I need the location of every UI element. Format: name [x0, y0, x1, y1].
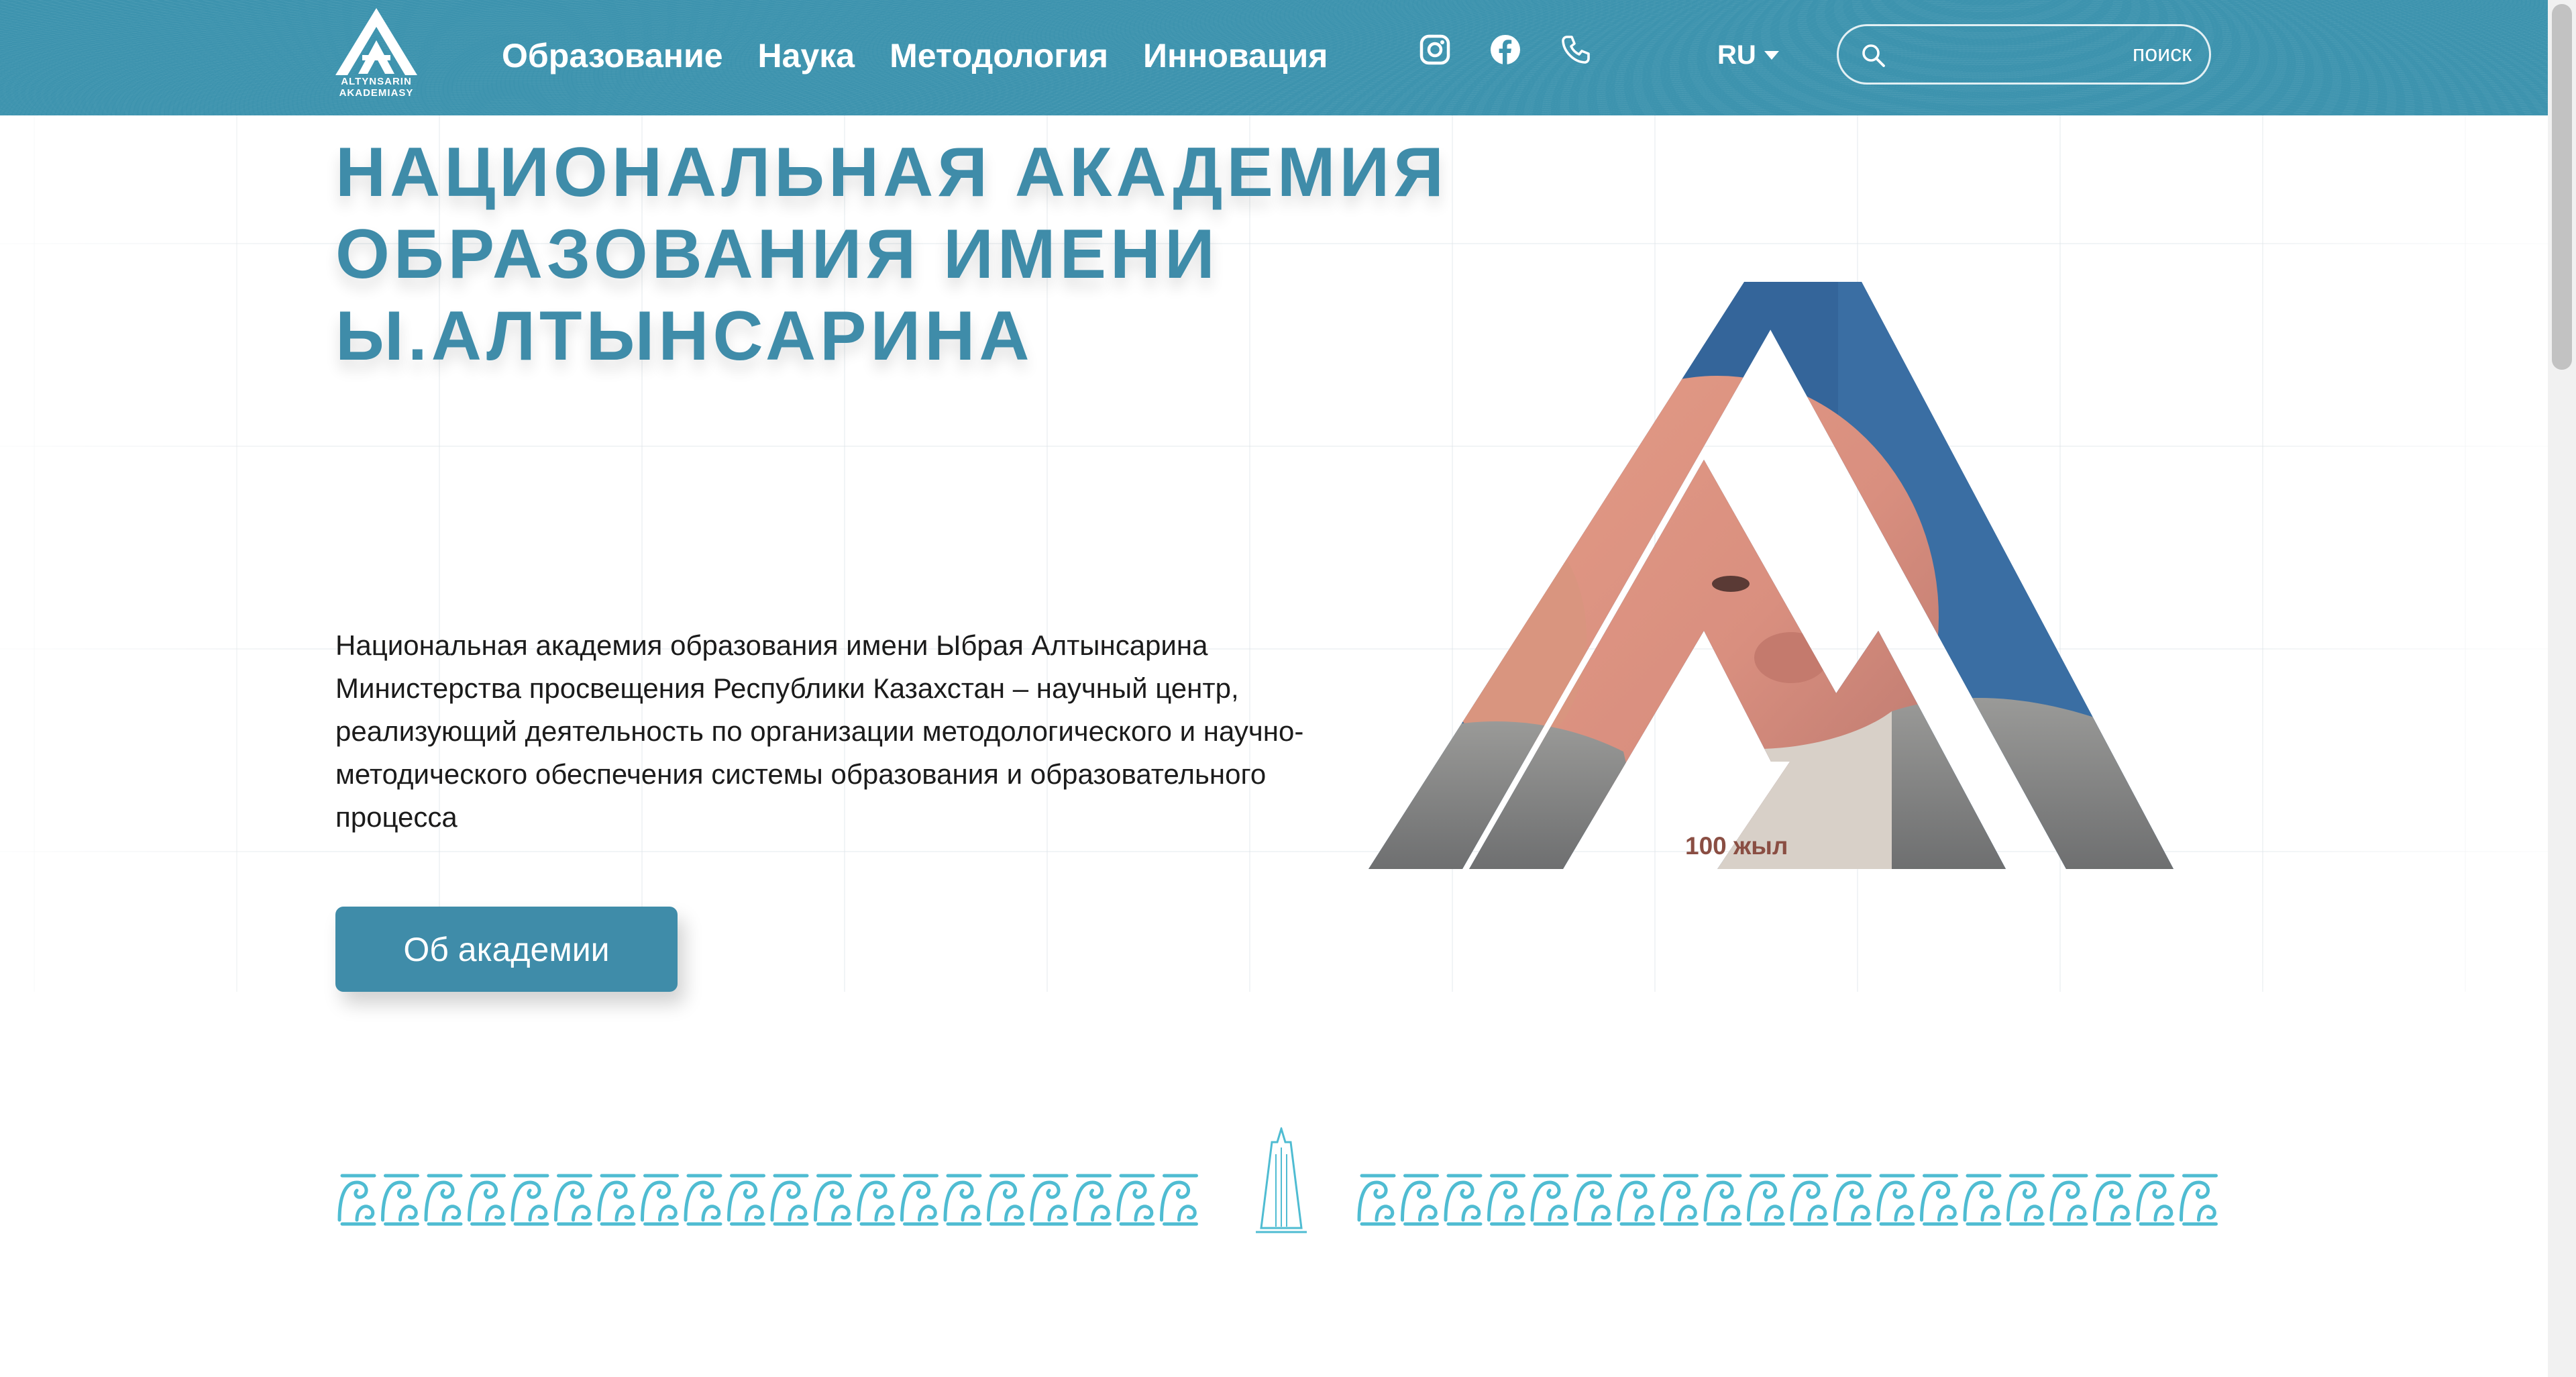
- nav-item-innovation[interactable]: Инновация: [1143, 34, 1328, 78]
- site-logo[interactable]: ALTYNSARIN AKADEMIASY: [333, 7, 420, 99]
- nav-item-science[interactable]: Наука: [758, 34, 855, 78]
- page-title: НАЦИОНАЛЬНАЯ АКАДЕМИЯ ОБРАЗОВАНИЯ ИМЕНИ …: [335, 134, 1448, 375]
- tower-monument-icon: [1256, 1127, 1307, 1233]
- search-box: поиск: [1837, 24, 2211, 85]
- about-academy-button[interactable]: Об академии: [335, 907, 678, 992]
- phone-icon[interactable]: [1560, 34, 1592, 66]
- logo-line-2: AKADEMIASY: [339, 87, 414, 99]
- scrollbar-thumb[interactable]: [2552, 4, 2572, 370]
- page-scrollbar[interactable]: [2548, 0, 2576, 1377]
- site-header: ALTYNSARIN AKADEMIASY Образование Наука …: [0, 0, 2548, 115]
- caret-down-icon: [1764, 50, 1779, 60]
- ornament-right-decoration: [1355, 1170, 2220, 1228]
- language-value: RU: [1717, 40, 1756, 70]
- search-button[interactable]: поиск: [2133, 41, 2192, 67]
- instagram-icon[interactable]: [1419, 34, 1451, 66]
- nav-item-education[interactable]: Образование: [502, 34, 723, 78]
- facebook-icon[interactable]: [1489, 34, 1521, 66]
- logo-line-1: ALTYNSARIN: [341, 76, 412, 87]
- language-selector[interactable]: RU: [1717, 35, 1779, 75]
- logo-mark-icon: [335, 8, 417, 75]
- hero-description: Национальная академия образования имени …: [335, 629, 1304, 833]
- main-nav: Образование Наука Методология Инновация: [502, 34, 1328, 78]
- academy-emblem-image: [1368, 282, 2174, 869]
- emblem-caption: 100 жыл: [1685, 832, 1788, 860]
- ornament-left-decoration: [335, 1170, 1201, 1228]
- search-icon[interactable]: [1860, 42, 1887, 69]
- nav-item-methodology[interactable]: Методология: [890, 34, 1108, 78]
- search-input[interactable]: [1896, 36, 2100, 74]
